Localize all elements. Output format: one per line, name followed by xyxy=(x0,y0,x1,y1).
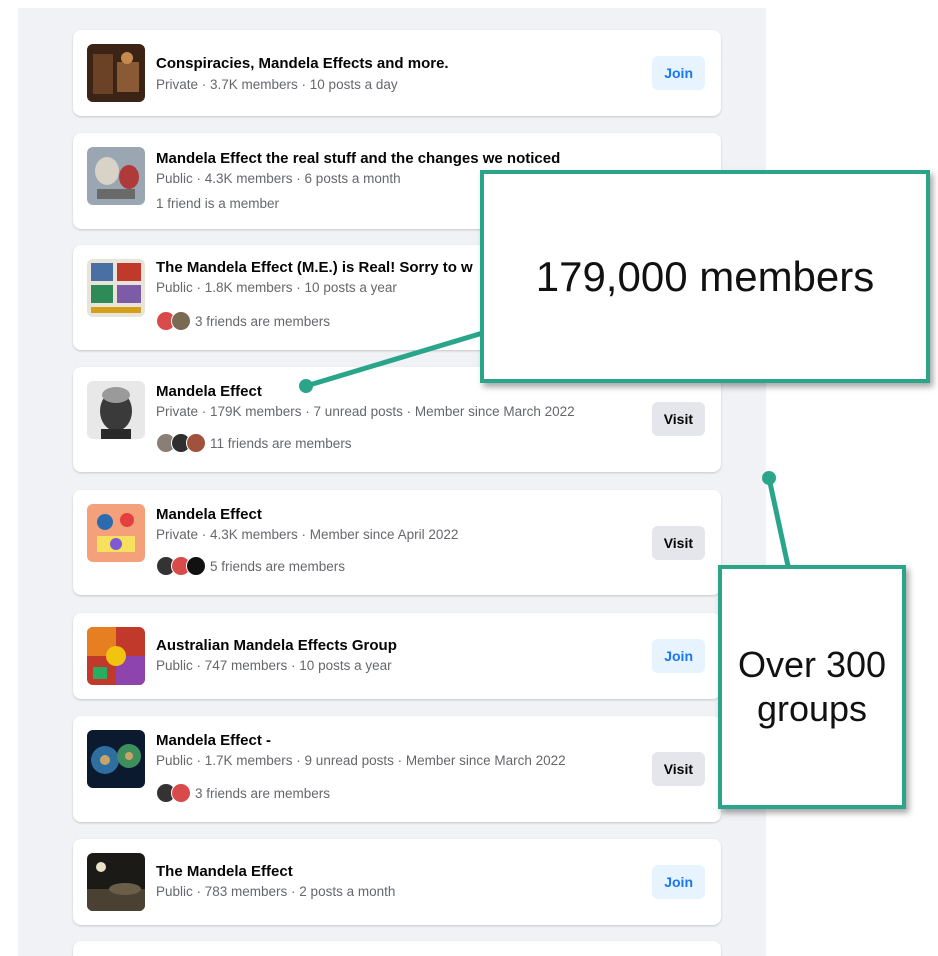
friends-in-group: 5 friends are members xyxy=(156,556,345,576)
friends-count: 5 friends are members xyxy=(210,558,346,574)
group-name[interactable]: Mandela Effect xyxy=(156,383,262,400)
connector-line xyxy=(766,477,791,567)
group-thumbnail[interactable] xyxy=(87,504,145,562)
group-meta: Private · 4.3K members · Member since Ap… xyxy=(156,527,459,542)
visit-button[interactable]: Visit xyxy=(651,526,705,560)
friend-avatar xyxy=(171,783,191,803)
friend-avatar xyxy=(186,556,206,576)
join-button[interactable]: Join xyxy=(652,865,705,899)
friends-count: 11 friends are members xyxy=(210,435,352,451)
group-thumbnail[interactable] xyxy=(87,147,145,205)
friends-count: 1 friend is a member xyxy=(156,196,280,211)
visit-button[interactable]: Visit xyxy=(651,752,705,786)
group-name[interactable]: Mandela Effect - xyxy=(156,732,271,749)
friends-count: 3 friends are members xyxy=(195,313,331,329)
group-name[interactable]: Mandela Effect the real stuff and the ch… xyxy=(156,150,560,167)
join-button[interactable]: Join xyxy=(652,56,705,90)
friends-in-group: 11 friends are members xyxy=(156,433,352,453)
friends-count: 3 friends are members xyxy=(195,785,331,801)
group-meta: Public · 783 members · 2 posts a month xyxy=(156,884,396,899)
group-thumbnail[interactable] xyxy=(87,730,145,788)
group-thumbnail[interactable] xyxy=(87,853,145,911)
members-callout-text: 179,000 members xyxy=(535,252,875,300)
friend-avatar xyxy=(186,433,206,453)
group-name[interactable]: The Mandela Effect xyxy=(156,863,293,880)
visit-button[interactable]: Visit xyxy=(651,402,705,436)
friends-in-group: 3 friends are members xyxy=(156,311,330,331)
friends-in-group: 3 friends are members xyxy=(156,783,330,803)
group-meta: Private · 3.7K members · 10 posts a day xyxy=(156,77,398,92)
join-button[interactable]: Join xyxy=(652,639,705,673)
group-card[interactable]: Mandela Effect Private · 4.3K members · … xyxy=(73,490,721,595)
group-meta: Public · 1.7K members · 9 unread posts ·… xyxy=(156,753,566,768)
group-card[interactable]: Australian Mandela Effects Group Public … xyxy=(73,613,721,699)
friend-avatar xyxy=(171,311,191,331)
group-card[interactable]: The Mandela Effect Public · 783 members … xyxy=(73,839,721,925)
friend-avatars xyxy=(156,783,191,803)
group-name[interactable]: The Mandela Effect (M.E.) is Real! Sorry… xyxy=(156,259,473,276)
groups-callout-line2: groups xyxy=(756,688,868,729)
group-thumbnail[interactable] xyxy=(87,259,145,317)
group-meta: Public · 1.8K members · 10 posts a year xyxy=(156,280,397,295)
friend-avatars xyxy=(156,433,206,453)
group-thumbnail[interactable] xyxy=(87,44,145,102)
group-name[interactable]: Mandela Effect xyxy=(156,506,262,523)
group-name[interactable]: Australian Mandela Effects Group xyxy=(156,637,397,654)
group-meta: Private · 179K members · 7 unread posts … xyxy=(156,404,575,419)
groups-callout-line1: Over 300 xyxy=(737,644,887,685)
members-callout: 179,000 members xyxy=(480,170,930,383)
friend-avatars xyxy=(156,311,191,331)
group-card[interactable]: Conspiracies, Mandela Effects and more. … xyxy=(73,30,721,116)
screenshot: Conspiracies, Mandela Effects and more. … xyxy=(0,0,938,956)
group-name[interactable]: Conspiracies, Mandela Effects and more. xyxy=(156,55,449,72)
group-card[interactable]: Mandela Effect - Public · 1.7K members ·… xyxy=(73,716,721,822)
group-thumbnail[interactable] xyxy=(87,627,145,685)
group-card-partial[interactable] xyxy=(73,941,721,956)
group-thumbnail[interactable] xyxy=(87,381,145,439)
friends-in-group: 1 friend is a member xyxy=(156,196,279,211)
group-meta: Public · 747 members · 10 posts a year xyxy=(156,658,392,673)
group-meta: Public · 4.3K members · 6 posts a month xyxy=(156,171,401,186)
friend-avatars xyxy=(156,556,206,576)
groups-callout: Over 300 groups xyxy=(718,565,906,809)
